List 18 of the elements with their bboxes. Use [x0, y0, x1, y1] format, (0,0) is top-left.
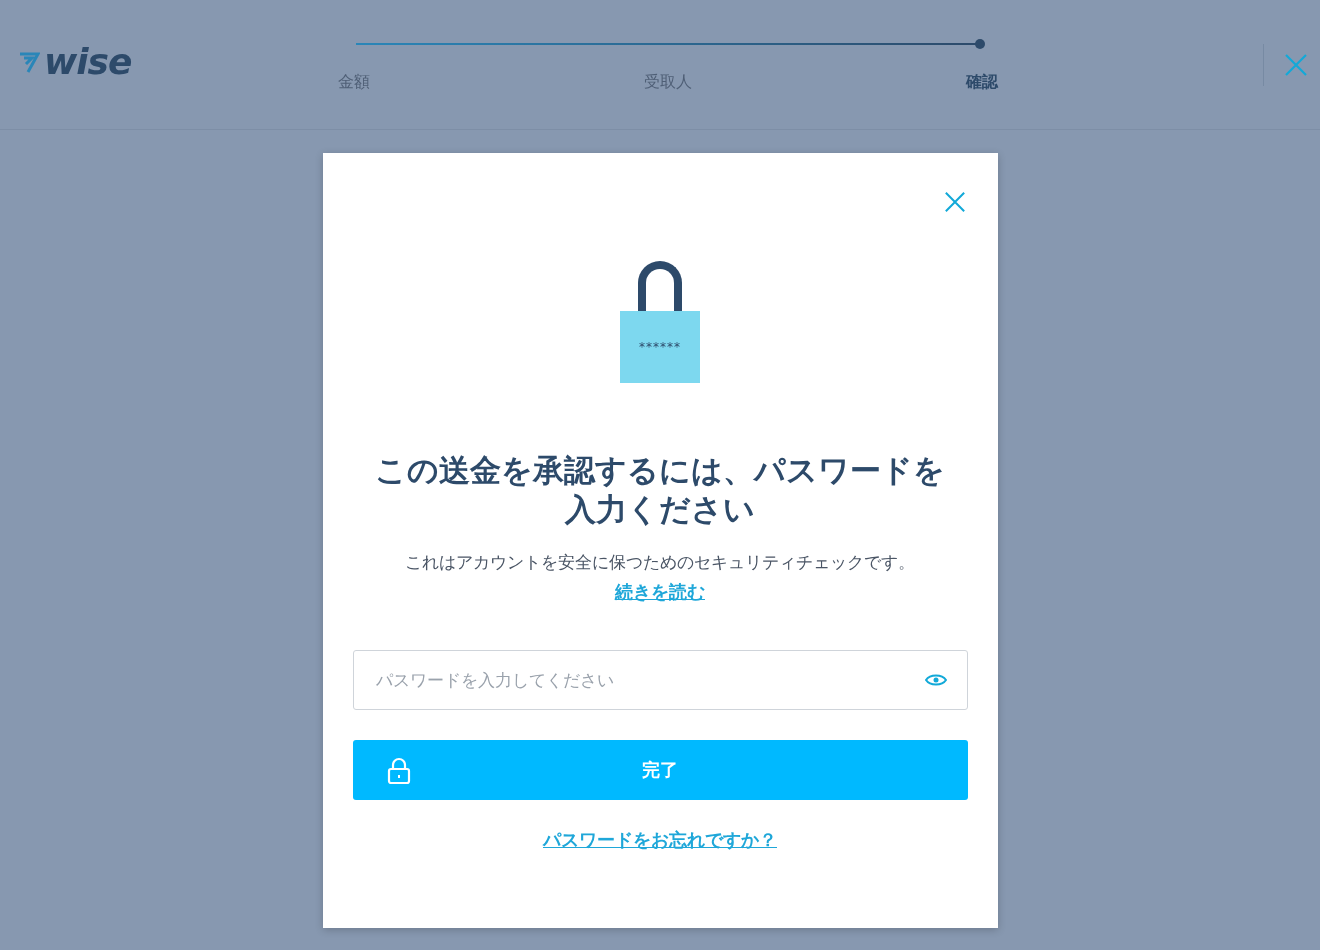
- step-label[interactable]: 受取人: [644, 72, 692, 93]
- padlock-icon: [386, 757, 411, 785]
- close-icon: [1284, 53, 1308, 77]
- submit-button[interactable]: 完了: [352, 740, 968, 800]
- dialog-title: この送金を承認するには、パスワードを入力ください: [374, 451, 946, 529]
- progress-dot: [975, 39, 985, 49]
- description-text: これはアカウントを安全に保つためのセキュリティチェックです。: [405, 551, 915, 574]
- step-label[interactable]: 確認: [966, 72, 998, 93]
- close-icon: [943, 191, 966, 213]
- flag-icon: [18, 50, 40, 74]
- dialog-close-button[interactable]: [943, 191, 966, 213]
- logo-text: wise: [44, 44, 132, 80]
- forgot-password-link[interactable]: パスワードをお忘れですか？: [543, 828, 777, 852]
- eye-icon[interactable]: [924, 673, 947, 687]
- password-field[interactable]: パスワードを入力してください: [352, 650, 968, 710]
- step-label[interactable]: 金額: [338, 72, 370, 93]
- lock-label: ******: [639, 340, 681, 354]
- read-more-link[interactable]: 続きを読む: [615, 580, 705, 604]
